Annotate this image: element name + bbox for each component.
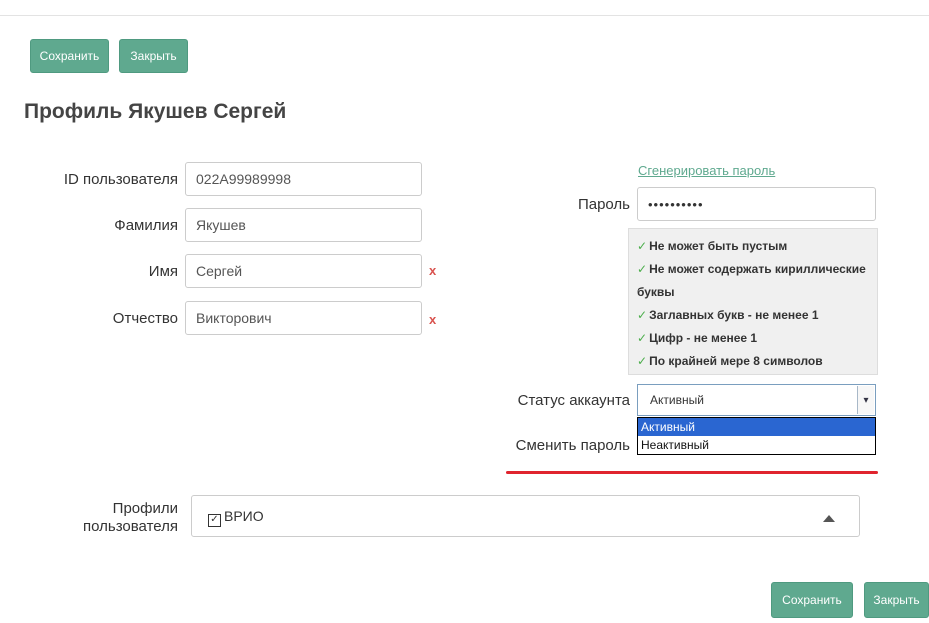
close-button-bottom[interactable]: Закрыть: [864, 582, 929, 618]
password-input[interactable]: ••••••••••: [637, 187, 876, 221]
profiles-multiselect[interactable]: ✓ ВРИО: [191, 495, 860, 537]
check-icon: ✓: [637, 308, 648, 322]
user-id-input[interactable]: [185, 162, 422, 196]
check-icon: ✓: [637, 262, 648, 276]
middle-name-label: Отчество: [112, 310, 178, 327]
password-rule: ✓ Не может содержать кириллические буквы: [637, 262, 866, 299]
profile-chip[interactable]: ✓ ВРИО: [208, 508, 264, 527]
last-name-input[interactable]: [185, 208, 422, 242]
password-rule: ✓ Не может быть пустым: [637, 239, 788, 253]
caret-up-icon[interactable]: [823, 515, 835, 522]
status-option-active[interactable]: Активный: [638, 418, 875, 436]
account-status-value: Активный: [650, 393, 704, 407]
top-divider: [0, 15, 929, 16]
user-id-label: ID пользователя: [63, 171, 178, 188]
first-name-error-icon: x: [429, 263, 437, 278]
first-name-input[interactable]: [185, 254, 422, 288]
middle-name-input[interactable]: [185, 301, 422, 335]
password-rule: ✓ Заглавных букв - не менее 1: [637, 308, 819, 322]
check-icon: ✓: [637, 331, 648, 345]
change-password-label: Сменить пароль: [515, 437, 630, 454]
save-button-bottom[interactable]: Сохранить: [771, 582, 853, 618]
last-name-label: Фамилия: [114, 217, 178, 234]
password-rule: ✓ По крайней мере 8 символов: [637, 354, 823, 368]
save-button-top[interactable]: Сохранить: [30, 39, 109, 73]
highlight-underline: [506, 471, 878, 474]
page-title: Профиль Якушев Сергей: [24, 100, 287, 123]
password-rules-panel: ✓ Не может быть пустым ✓ Не может содержат…: [628, 228, 878, 375]
password-rule: ✓ Цифр - не менее 1: [637, 331, 758, 345]
profiles-label: Профили пользователя: [83, 500, 178, 535]
status-option-inactive[interactable]: Неактивный: [638, 436, 875, 454]
generate-password-link[interactable]: Сгенерировать пароль: [638, 163, 775, 178]
chevron-down-icon[interactable]: ▾: [857, 386, 874, 414]
middle-name-error-icon: x: [429, 312, 437, 327]
password-label: Пароль: [577, 196, 630, 213]
check-icon: ✓: [637, 239, 648, 253]
account-status-label: Статус аккаунта: [517, 392, 630, 409]
check-icon: ✓: [637, 354, 648, 368]
close-button-top[interactable]: Закрыть: [119, 39, 188, 73]
account-status-select[interactable]: Активный ▾: [637, 384, 876, 416]
account-status-dropdown[interactable]: Активный Неактивный: [637, 417, 876, 455]
password-value: ••••••••••: [648, 196, 704, 212]
first-name-label: Имя: [148, 263, 178, 280]
checkbox-icon: ✓: [208, 514, 221, 527]
